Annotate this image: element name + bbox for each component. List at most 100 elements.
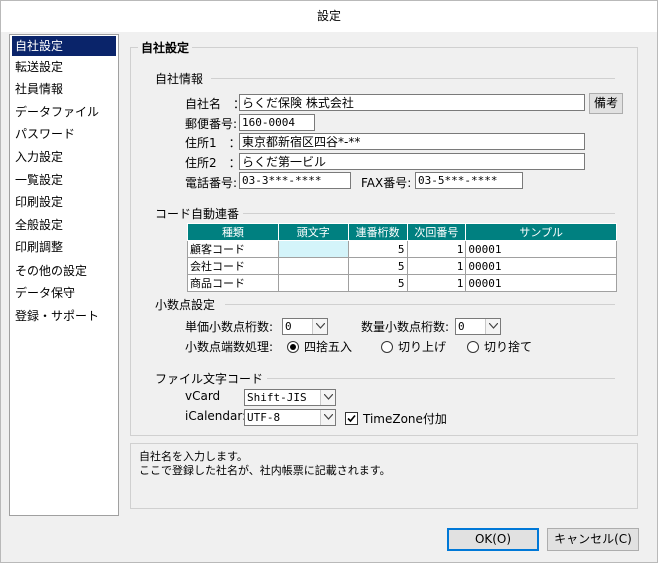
sidebar-item-registration[interactable]: 登録・サポート — [12, 306, 116, 326]
address1-label: 住所1 ： — [185, 136, 241, 150]
sidebar-item-staff[interactable]: 社員情報 — [12, 79, 116, 99]
kind-cell: 会社コード — [187, 257, 279, 275]
chevron-down-icon[interactable] — [485, 319, 500, 334]
code-numbering-label: コード自動連番 — [155, 205, 244, 222]
radio-label: 四捨五入 — [304, 340, 353, 354]
vcard-label: vCard — [185, 389, 221, 403]
next-number-cell[interactable]: 1 — [406, 257, 467, 275]
fax-label: FAX番号: — [361, 176, 412, 190]
table-row: 会社コード 5 1 00001 — [187, 257, 617, 275]
notes-button[interactable]: 備考 — [589, 93, 623, 114]
column-header: 次回番号 — [406, 223, 467, 241]
column-header: サンプル — [465, 223, 617, 241]
column-header: 頭文字 — [277, 223, 349, 241]
radio-label: 切り捨て — [484, 340, 533, 354]
selected-value: Shift-JIS — [247, 391, 307, 404]
sidebar-item-print[interactable]: 印刷設定 — [12, 192, 116, 212]
chevron-down-icon[interactable] — [320, 410, 335, 425]
selected-value: 0 — [285, 320, 292, 333]
zip-input[interactable] — [239, 114, 315, 131]
prefix-cell[interactable] — [277, 274, 349, 292]
address2-input[interactable] — [239, 153, 585, 170]
description-line: ここで登録した社名が、社内帳票に記載されます。 — [139, 464, 391, 477]
sidebar-item-maintenance[interactable]: データ保守 — [12, 283, 116, 303]
cancel-button[interactable]: キャンセル(C) — [547, 528, 639, 551]
company-name-input[interactable] — [239, 94, 585, 111]
sidebar-item-print-adjust[interactable]: 印刷調整 — [12, 237, 116, 257]
divider — [267, 378, 615, 379]
rounding-option-floor[interactable]: 切り捨て — [467, 338, 532, 355]
fax-input[interactable] — [415, 172, 523, 189]
radio-unchecked-icon — [467, 340, 479, 353]
chevron-down-icon[interactable] — [312, 319, 327, 334]
next-number-cell[interactable]: 1 — [406, 240, 467, 258]
digits-cell[interactable]: 5 — [347, 240, 408, 258]
sidebar-item-password[interactable]: パスワード — [12, 124, 116, 144]
digits-cell[interactable]: 5 — [347, 257, 408, 275]
ok-button[interactable]: OK(O) — [447, 528, 539, 551]
sample-cell: 00001 — [465, 274, 617, 292]
digits-cell[interactable]: 5 — [347, 274, 408, 292]
window-title: 設定 — [316, 9, 341, 23]
dialog-footer: OK(O) キャンセル(C) — [1, 521, 657, 562]
sample-cell: 00001 — [465, 240, 617, 258]
selected-value: 0 — [458, 320, 465, 333]
settings-panel: 自社設定 自社情報 自社名 ： 備考 郵便番号: 住所1 ： 住所2 ： 電話番… — [125, 34, 647, 516]
sidebar-item-transfer[interactable]: 転送設定 — [12, 57, 116, 77]
radio-label: 切り上げ — [398, 340, 447, 354]
unit-price-decimal-label: 単価小数点桁数: — [185, 320, 274, 334]
timezone-checkbox[interactable]: TimeZone付加 — [345, 410, 447, 427]
settings-dialog: 設定 自社設定 転送設定 社員情報 データファイル パスワード 入力設定 一覧設… — [0, 0, 658, 563]
address2-label: 住所2 ： — [185, 156, 241, 170]
icalendar-label: iCalendar: — [185, 409, 247, 423]
rounding-option-ceil[interactable]: 切り上げ — [381, 338, 446, 355]
qty-decimal-select[interactable]: 0 — [455, 318, 501, 335]
sample-cell: 00001 — [465, 257, 617, 275]
sidebar-item-general[interactable]: 全般設定 — [12, 215, 116, 235]
divider — [225, 304, 615, 305]
sidebar-item-datafile[interactable]: データファイル — [12, 102, 116, 122]
prefix-cell[interactable] — [277, 240, 349, 258]
column-header: 連番桁数 — [347, 223, 408, 241]
table-header-row: 種類 頭文字 連番桁数 次回番号 サンプル — [187, 223, 617, 241]
sidebar-item-input[interactable]: 入力設定 — [12, 147, 116, 167]
rounding-option-round[interactable]: 四捨五入 — [287, 338, 352, 355]
sidebar-item-other[interactable]: その他の設定 — [12, 261, 116, 281]
rounding-label: 小数点端数処理: — [185, 340, 274, 354]
divider — [237, 213, 615, 214]
divider — [211, 78, 615, 79]
chevron-down-icon[interactable] — [320, 390, 335, 405]
group-title: 自社設定 — [138, 39, 193, 56]
vcard-encoding-select[interactable]: Shift-JIS — [244, 389, 336, 406]
checkbox-label: TimeZone付加 — [363, 412, 447, 426]
next-number-cell[interactable]: 1 — [406, 274, 467, 292]
radio-unchecked-icon — [381, 340, 393, 353]
checkbox-checked-icon — [345, 412, 358, 425]
zip-label: 郵便番号: — [185, 117, 238, 131]
qty-decimal-label: 数量小数点桁数: — [361, 320, 450, 334]
decimal-settings-label: 小数点設定 — [155, 296, 220, 313]
table-row: 顧客コード 5 1 00001 — [187, 240, 617, 258]
radio-checked-icon — [287, 340, 299, 353]
description-box: 自社名を入力します。 ここで登録した社名が、社内帳票に記載されます。 — [130, 443, 638, 509]
description-line: 自社名を入力します。 — [139, 450, 248, 463]
file-encoding-label: ファイル文字コード — [155, 370, 268, 387]
icalendar-encoding-select[interactable]: UTF-8 — [244, 409, 336, 426]
phone-label: 電話番号: — [185, 176, 238, 190]
settings-sidebar: 自社設定 転送設定 社員情報 データファイル パスワード 入力設定 一覧設定 印… — [9, 34, 119, 516]
company-info-label: 自社情報 — [155, 70, 208, 87]
address1-input[interactable] — [239, 133, 585, 150]
phone-input[interactable] — [239, 172, 351, 189]
table-row: 商品コード 5 1 00001 — [187, 274, 617, 292]
sidebar-item-list[interactable]: 一覧設定 — [12, 170, 116, 190]
sidebar-item-company[interactable]: 自社設定 — [12, 36, 116, 56]
unit-price-decimal-select[interactable]: 0 — [282, 318, 328, 335]
company-name-label: 自社名 ： — [185, 97, 246, 111]
selected-value: UTF-8 — [247, 411, 281, 424]
company-settings-group: 自社設定 自社情報 自社名 ： 備考 郵便番号: 住所1 ： 住所2 ： 電話番… — [130, 39, 638, 436]
kind-cell: 商品コード — [187, 274, 279, 292]
kind-cell: 顧客コード — [187, 240, 279, 258]
title-bar: 設定 — [1, 1, 657, 32]
prefix-cell[interactable] — [277, 257, 349, 275]
column-header: 種類 — [187, 223, 279, 241]
